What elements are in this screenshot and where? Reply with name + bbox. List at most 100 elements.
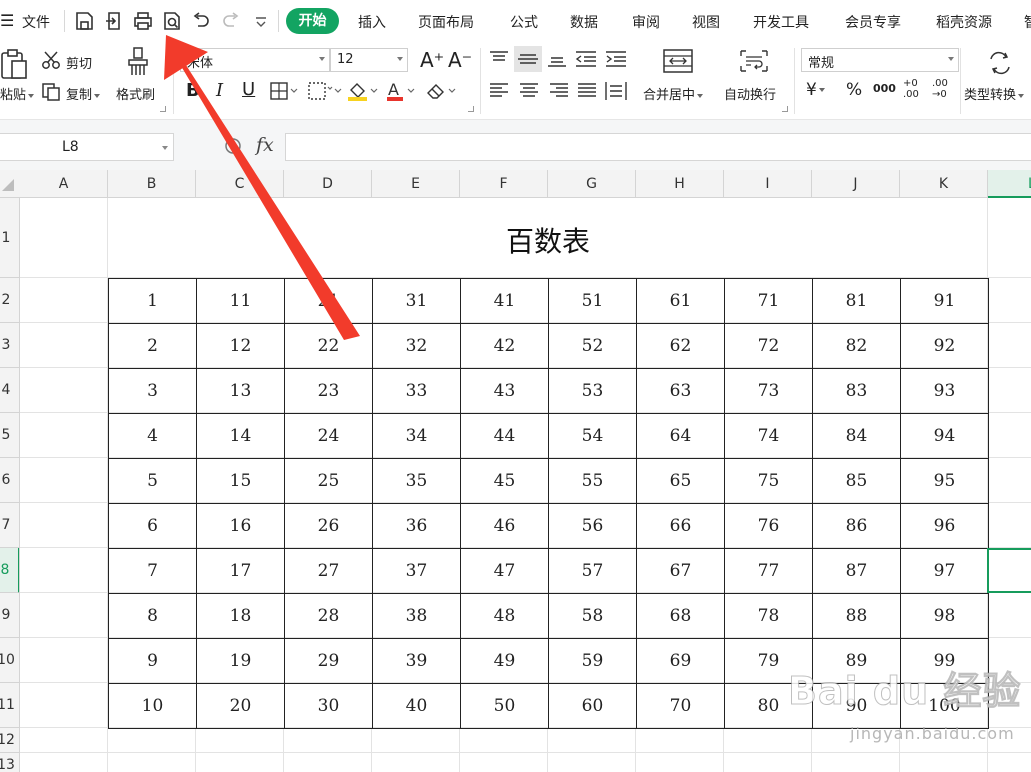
- row-header-13[interactable]: 13: [0, 753, 19, 772]
- align-left-icon[interactable]: [488, 82, 510, 100]
- currency-button[interactable]: ¥: [806, 80, 825, 100]
- borders-icon[interactable]: [270, 82, 298, 100]
- table-cell[interactable]: 78: [724, 593, 813, 639]
- table-cell[interactable]: 24: [284, 413, 373, 459]
- table-cell[interactable]: 32: [372, 323, 461, 369]
- table-cell[interactable]: 10: [108, 683, 197, 729]
- column-header-c[interactable]: C: [196, 170, 284, 198]
- table-cell[interactable]: 66: [636, 503, 725, 549]
- name-box-dropdown-icon[interactable]: [162, 146, 168, 150]
- table-cell[interactable]: 95: [900, 458, 989, 504]
- table-cell[interactable]: 82: [812, 323, 901, 369]
- table-cell[interactable]: 59: [548, 638, 637, 684]
- paste-button[interactable]: 粘贴: [0, 84, 35, 103]
- tab-docer-resources[interactable]: 稻壳资源: [936, 12, 992, 32]
- table-cell[interactable]: 6: [108, 503, 197, 549]
- increase-decimal-button[interactable]: +0 .00: [903, 78, 929, 100]
- table-cell[interactable]: 83: [812, 368, 901, 414]
- wrap-text-button[interactable]: 自动换行: [724, 84, 776, 103]
- table-cell[interactable]: 55: [548, 458, 637, 504]
- table-cell[interactable]: 53: [548, 368, 637, 414]
- table-cell[interactable]: 86: [812, 503, 901, 549]
- table-cell[interactable]: 30: [284, 683, 373, 729]
- row-header-12[interactable]: 12: [0, 728, 19, 753]
- table-cell[interactable]: 34: [372, 413, 461, 459]
- align-bottom-icon[interactable]: [546, 50, 568, 68]
- clipboard-dialog-launcher[interactable]: [160, 106, 166, 112]
- table-cell[interactable]: 15: [196, 458, 285, 504]
- table-cell[interactable]: 77: [724, 548, 813, 594]
- tab-start[interactable]: 开始: [286, 8, 339, 34]
- align-middle-icon[interactable]: [514, 46, 542, 72]
- paste-icon[interactable]: [0, 48, 28, 80]
- column-header-f[interactable]: F: [460, 170, 548, 198]
- active-cell-selection[interactable]: [987, 548, 1031, 593]
- underline-icon[interactable]: U: [242, 79, 255, 100]
- redo-icon[interactable]: [220, 10, 242, 32]
- table-cell[interactable]: 48: [460, 593, 549, 639]
- table-cell[interactable]: 81: [812, 278, 901, 324]
- table-cell[interactable]: 41: [460, 278, 549, 324]
- tab-formulas[interactable]: 公式: [510, 12, 538, 32]
- table-cell[interactable]: 19: [196, 638, 285, 684]
- distributed-align-icon[interactable]: [604, 80, 628, 102]
- column-header-d[interactable]: D: [284, 170, 372, 198]
- table-cell[interactable]: 75: [724, 458, 813, 504]
- row-header-8[interactable]: 8: [0, 548, 19, 593]
- table-cell[interactable]: 25: [284, 458, 373, 504]
- tab-view[interactable]: 视图: [692, 12, 720, 32]
- table-cell[interactable]: 7: [108, 548, 197, 594]
- table-cell[interactable]: 50: [460, 683, 549, 729]
- italic-icon[interactable]: I: [216, 80, 223, 101]
- tab-more[interactable]: 智: [1024, 12, 1031, 32]
- merge-center-icon[interactable]: [662, 48, 694, 74]
- table-cell[interactable]: 72: [724, 323, 813, 369]
- table-cell[interactable]: 36: [372, 503, 461, 549]
- table-cell[interactable]: 96: [900, 503, 989, 549]
- column-header-l[interactable]: L: [988, 170, 1031, 198]
- table-cell[interactable]: 9: [108, 638, 197, 684]
- tab-member[interactable]: 会员专享: [845, 12, 901, 32]
- table-cell[interactable]: 18: [196, 593, 285, 639]
- column-header-j[interactable]: J: [812, 170, 900, 198]
- align-right-icon[interactable]: [548, 82, 570, 100]
- table-cell[interactable]: 39: [372, 638, 461, 684]
- table-cell[interactable]: 94: [900, 413, 989, 459]
- table-cell[interactable]: 17: [196, 548, 285, 594]
- column-header-k[interactable]: K: [900, 170, 988, 198]
- cell-style-icon[interactable]: [308, 82, 342, 100]
- column-header-h[interactable]: H: [636, 170, 724, 198]
- justify-icon[interactable]: [576, 82, 598, 100]
- table-cell[interactable]: 85: [812, 458, 901, 504]
- copy-button[interactable]: 复制: [66, 84, 101, 103]
- align-top-icon[interactable]: [488, 50, 510, 68]
- file-menu[interactable]: 文件: [22, 12, 50, 32]
- table-cell[interactable]: 64: [636, 413, 725, 459]
- table-cell[interactable]: 43: [460, 368, 549, 414]
- format-painter-icon[interactable]: [126, 46, 150, 78]
- table-cell[interactable]: 11: [196, 278, 285, 324]
- hamburger-menu-icon[interactable]: ☰: [0, 11, 14, 30]
- tab-page-layout[interactable]: 页面布局: [418, 12, 474, 32]
- table-cell[interactable]: 70: [636, 683, 725, 729]
- insert-function-icon[interactable]: fx: [256, 134, 274, 156]
- decrease-indent-icon[interactable]: [574, 50, 598, 68]
- table-cell[interactable]: 14: [196, 413, 285, 459]
- table-cell[interactable]: 35: [372, 458, 461, 504]
- column-header-e[interactable]: E: [372, 170, 460, 198]
- table-cell[interactable]: 52: [548, 323, 637, 369]
- table-cell[interactable]: 40: [372, 683, 461, 729]
- table-cell[interactable]: 73: [724, 368, 813, 414]
- cut-button[interactable]: 剪切: [66, 53, 92, 72]
- table-cell[interactable]: 4: [108, 413, 197, 459]
- zoom-icon[interactable]: [224, 137, 242, 155]
- title-cell[interactable]: 百数表: [108, 198, 988, 278]
- table-cell[interactable]: 54: [548, 413, 637, 459]
- table-cell[interactable]: 5: [108, 458, 197, 504]
- table-cell[interactable]: 91: [900, 278, 989, 324]
- row-header-6[interactable]: 6: [0, 458, 19, 503]
- table-cell[interactable]: 71: [724, 278, 813, 324]
- bold-icon[interactable]: B: [186, 80, 200, 101]
- save-icon[interactable]: [73, 10, 95, 32]
- table-cell[interactable]: 93: [900, 368, 989, 414]
